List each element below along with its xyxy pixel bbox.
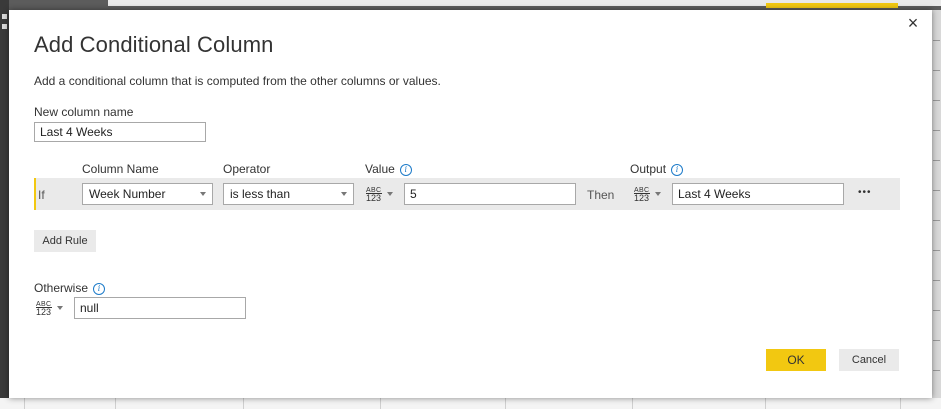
dialog-description: Add a conditional column that is compute… bbox=[34, 74, 441, 88]
background-ribbon bbox=[0, 0, 941, 10]
cancel-button[interactable]: Cancel bbox=[839, 349, 899, 371]
chevron-down-icon bbox=[200, 192, 206, 196]
output-header: Output i bbox=[630, 162, 684, 176]
close-icon[interactable]: × bbox=[904, 14, 922, 32]
background-grid-line bbox=[24, 398, 25, 409]
background-accent-strip bbox=[766, 3, 898, 8]
background-grid-line bbox=[505, 398, 506, 409]
otherwise-input[interactable]: null bbox=[74, 297, 246, 319]
background-line bbox=[933, 70, 940, 71]
background-line bbox=[933, 250, 940, 251]
chevron-down-icon bbox=[57, 306, 63, 310]
chevron-down-icon bbox=[341, 192, 347, 196]
add-rule-button[interactable]: Add Rule bbox=[34, 230, 96, 252]
rule-row-accent bbox=[34, 178, 36, 210]
background-line bbox=[933, 310, 940, 311]
info-icon[interactable]: i bbox=[93, 283, 106, 295]
otherwise-label: Otherwise i bbox=[34, 281, 106, 295]
new-column-name-input[interactable]: Last 4 Weeks bbox=[34, 122, 206, 142]
new-column-name-label: New column name bbox=[34, 105, 134, 119]
then-label: Then bbox=[587, 188, 615, 202]
background-grid-line bbox=[632, 398, 633, 409]
background-right-panel bbox=[932, 10, 941, 409]
background-line bbox=[933, 280, 940, 281]
output-input[interactable]: Last 4 Weeks bbox=[672, 183, 844, 205]
more-icon[interactable]: ••• bbox=[858, 187, 872, 198]
data-type-123: 123 bbox=[634, 193, 650, 203]
background-line bbox=[933, 220, 940, 221]
info-icon[interactable]: i bbox=[671, 164, 684, 176]
output-header-label: Output bbox=[630, 162, 667, 176]
rule-row: If Week Number is less than ABC 123 5 Th… bbox=[34, 178, 900, 210]
operator-header: Operator bbox=[223, 162, 271, 176]
chevron-down-icon bbox=[387, 192, 393, 196]
background-marker bbox=[2, 14, 7, 19]
info-icon[interactable]: i bbox=[399, 164, 412, 176]
output-type-dropdown[interactable]: ABC 123 bbox=[631, 183, 669, 205]
if-label: If bbox=[38, 188, 45, 202]
background-grid-line bbox=[115, 398, 116, 409]
value-input[interactable]: 5 bbox=[404, 183, 576, 205]
otherwise-label-text: Otherwise bbox=[34, 281, 89, 295]
column-name-dropdown[interactable]: Week Number bbox=[82, 183, 213, 205]
background-line bbox=[933, 40, 940, 41]
background-line bbox=[933, 130, 940, 131]
background-grid bbox=[0, 398, 941, 409]
chevron-down-icon bbox=[655, 192, 661, 196]
background-line bbox=[933, 340, 940, 341]
background-grid-line bbox=[900, 398, 901, 409]
otherwise-type-dropdown[interactable]: ABC 123 bbox=[33, 297, 71, 319]
background-grid-line bbox=[243, 398, 244, 409]
background-line bbox=[933, 100, 940, 101]
data-type-123: 123 bbox=[366, 193, 382, 203]
background-line bbox=[933, 370, 940, 371]
data-type-123: 123 bbox=[36, 307, 52, 317]
background-marker bbox=[2, 24, 7, 29]
operator-dropdown[interactable]: is less than bbox=[223, 183, 354, 205]
background-left-panel bbox=[0, 0, 9, 409]
ok-button[interactable]: OK bbox=[766, 349, 826, 371]
value-type-dropdown[interactable]: ABC 123 bbox=[363, 183, 401, 205]
dialog-title: Add Conditional Column bbox=[34, 32, 274, 57]
background-grid-line bbox=[765, 398, 766, 409]
value-header: Value i bbox=[365, 162, 412, 176]
column-name-value: Week Number bbox=[89, 187, 166, 201]
add-conditional-column-dialog: × Add Conditional Column Add a condition… bbox=[9, 10, 932, 398]
background-grid-line bbox=[380, 398, 381, 409]
background-line bbox=[933, 190, 940, 191]
value-header-label: Value bbox=[365, 162, 395, 176]
background-line bbox=[933, 160, 940, 161]
column-name-header: Column Name bbox=[82, 162, 159, 176]
operator-value: is less than bbox=[230, 187, 291, 201]
